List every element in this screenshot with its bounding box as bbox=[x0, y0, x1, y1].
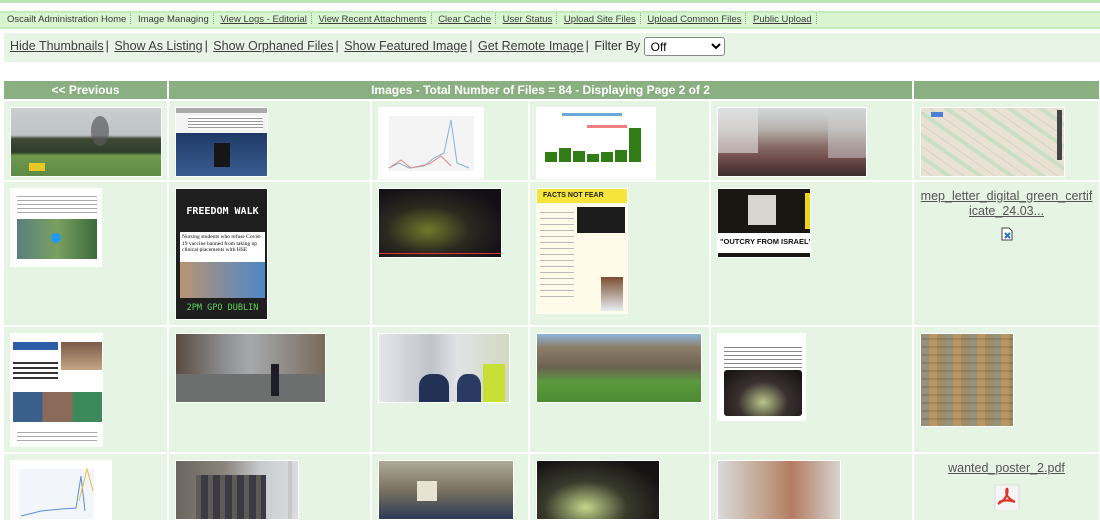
hide-thumbnails-link[interactable]: Hide Thumbnails bbox=[10, 39, 104, 53]
document-edit-icon[interactable] bbox=[1000, 227, 1014, 246]
image-thumbnail[interactable] bbox=[717, 107, 867, 177]
show-as-listing-link[interactable]: Show As Listing bbox=[114, 39, 202, 53]
nav-separator bbox=[556, 13, 558, 24]
nav-user-status[interactable]: User Status bbox=[501, 13, 555, 27]
image-thumbnail[interactable] bbox=[378, 333, 510, 403]
nav-admin-home[interactable]: Oscailt Administration Home bbox=[5, 13, 128, 27]
previous-page-link[interactable]: << Previous bbox=[4, 81, 169, 100]
image-thumbnail[interactable]: FACTS NOT FEAR bbox=[536, 188, 628, 314]
image-thumbnail[interactable] bbox=[378, 188, 502, 258]
grid-cell bbox=[913, 325, 1100, 453]
show-featured-image-link[interactable]: Show Featured Image bbox=[344, 39, 467, 53]
grid-cell bbox=[529, 452, 711, 520]
grid-cell bbox=[4, 452, 169, 520]
filter-select[interactable]: Off bbox=[643, 37, 725, 56]
nav-separator bbox=[430, 13, 432, 24]
next-page-cell bbox=[913, 81, 1100, 100]
nav-clear-cache[interactable]: Clear Cache bbox=[436, 13, 493, 27]
nav-public-upload[interactable]: Public Upload bbox=[751, 13, 814, 27]
image-thumbnail[interactable]: FREEDOM WALK Nursing students who refuse… bbox=[175, 188, 268, 320]
grid-cell bbox=[168, 452, 372, 520]
nav-separator bbox=[130, 13, 132, 24]
image-thumbnail[interactable]: "OUTCRY FROM ISRAEL" bbox=[717, 188, 811, 258]
image-thumbnail[interactable] bbox=[10, 333, 103, 447]
image-thumbnail[interactable] bbox=[717, 460, 841, 520]
top-border bbox=[0, 0, 1100, 3]
nav-separator bbox=[639, 13, 641, 24]
image-thumbnail[interactable] bbox=[10, 460, 112, 520]
nav-image-managing[interactable]: Image Managing bbox=[136, 13, 211, 27]
image-thumbnail[interactable] bbox=[175, 460, 299, 520]
grid-cell bbox=[371, 325, 530, 453]
image-thumbnail[interactable] bbox=[175, 333, 326, 403]
grid-cell bbox=[4, 325, 169, 453]
leaflet-title: FACTS NOT FEAR bbox=[543, 192, 604, 199]
grid-cell: wanted_poster_2.pdf bbox=[913, 452, 1100, 520]
chart-thumbnail-graphic bbox=[388, 116, 474, 171]
grid-cell bbox=[371, 99, 530, 181]
grid-title: Images - Total Number of Files = 84 - Di… bbox=[168, 81, 914, 100]
image-thumbnail[interactable] bbox=[10, 107, 162, 177]
poster-headline: Nursing students who refuse Covid-19 vac… bbox=[180, 232, 265, 262]
pdf-icon[interactable] bbox=[994, 484, 1020, 515]
filter-label: Filter By bbox=[594, 38, 641, 53]
nav-upload-site-files[interactable]: Upload Site Files bbox=[562, 13, 638, 27]
grid-cell: FACTS NOT FEAR bbox=[529, 180, 711, 326]
file-link[interactable]: wanted_poster_2.pdf bbox=[920, 461, 1093, 476]
grid-cell bbox=[913, 99, 1100, 181]
line-chart-thumbnail-graphic bbox=[19, 467, 94, 519]
image-thumbnail[interactable] bbox=[10, 188, 102, 267]
grid-cell: "OUTCRY FROM ISRAEL" bbox=[710, 180, 914, 326]
grid-cell bbox=[168, 99, 372, 181]
view-toolbar: Hide Thumbnails | Show As Listing | Show O… bbox=[4, 33, 1100, 62]
image-thumbnail[interactable] bbox=[920, 107, 1065, 177]
nav-separator bbox=[815, 13, 817, 24]
grid-cell bbox=[710, 99, 914, 181]
get-remote-image-link[interactable]: Get Remote Image bbox=[478, 39, 584, 53]
admin-nav: Oscailt Administration Home Image Managi… bbox=[0, 11, 1100, 29]
grid-cell bbox=[710, 452, 914, 520]
nav-separator bbox=[212, 13, 214, 24]
show-orphaned-files-link[interactable]: Show Orphaned Files bbox=[213, 39, 333, 53]
grid-cell bbox=[371, 180, 530, 326]
nav-separator bbox=[495, 13, 496, 24]
image-thumbnail[interactable] bbox=[378, 460, 514, 520]
nav-view-logs[interactable]: View Logs - Editorial bbox=[218, 13, 308, 27]
image-thumbnail[interactable] bbox=[536, 107, 656, 179]
poster-footer: 2PM GPO DUBLIN bbox=[186, 303, 259, 313]
grid-cell bbox=[168, 325, 372, 453]
image-thumbnail[interactable] bbox=[378, 107, 484, 179]
image-thumbnail[interactable] bbox=[536, 333, 702, 403]
grid-cell: mep_letter_digital_green_certificate_24.… bbox=[913, 180, 1100, 326]
image-thumbnail[interactable] bbox=[920, 333, 1014, 427]
bar-chart-thumbnail-graphic bbox=[545, 113, 641, 162]
image-grid: << Previous Images - Total Number of Fil… bbox=[4, 81, 1100, 520]
file-link[interactable]: mep_letter_digital_green_certificate_24.… bbox=[920, 189, 1093, 219]
grid-cell bbox=[371, 452, 530, 520]
image-thumbnail[interactable] bbox=[717, 333, 806, 421]
nav-separator bbox=[745, 13, 747, 24]
image-thumbnail[interactable] bbox=[175, 107, 268, 177]
grid-cell bbox=[4, 99, 169, 181]
grid-cell bbox=[4, 180, 169, 326]
grid-cell bbox=[710, 325, 914, 453]
poster-title: FREEDOM WALK bbox=[186, 206, 259, 217]
video-caption: "OUTCRY FROM ISRAEL" bbox=[720, 237, 811, 246]
nav-separator bbox=[310, 13, 312, 24]
nav-upload-common-files[interactable]: Upload Common Files bbox=[645, 13, 743, 27]
grid-cell: FREEDOM WALK Nursing students who refuse… bbox=[168, 180, 372, 326]
nav-recent-attachments[interactable]: View Recent Attachments bbox=[316, 13, 428, 27]
image-thumbnail[interactable] bbox=[536, 460, 660, 520]
grid-cell bbox=[529, 99, 711, 181]
grid-cell bbox=[529, 325, 711, 453]
